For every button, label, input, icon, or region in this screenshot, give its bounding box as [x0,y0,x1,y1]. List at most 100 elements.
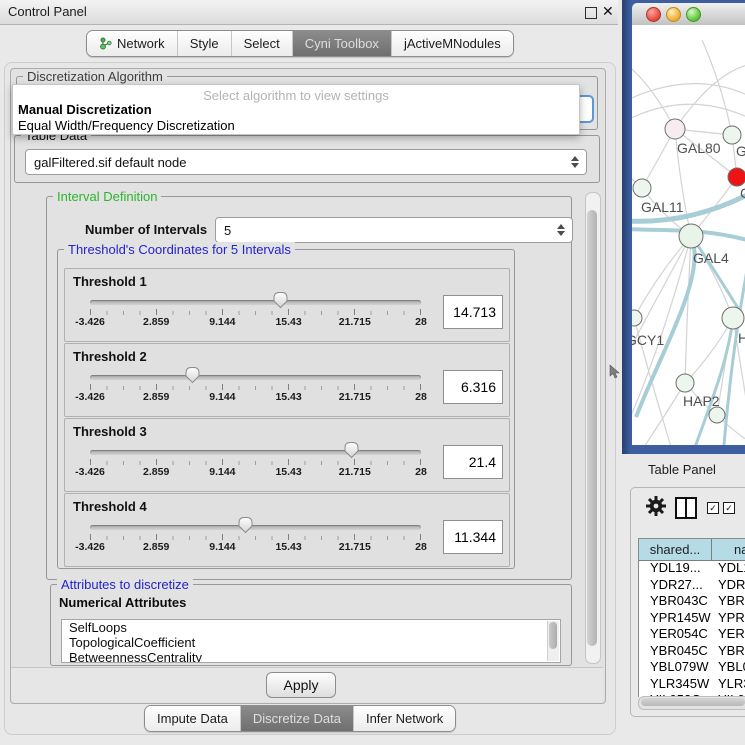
slider-thumb[interactable] [272,291,289,309]
gear-icon[interactable] [645,495,667,517]
slider-thumb[interactable] [184,366,201,384]
bottom-tab-discretize-data[interactable]: Discretize Data [240,706,353,731]
slider-thumb[interactable] [343,441,360,459]
table-row[interactable]: YDL19...YDL1 [639,560,745,577]
control-panel-titlebar: Control Panel ✕ [0,0,618,25]
slider-ticks [90,534,422,540]
network-edge [642,383,685,445]
table-rows: YDL19...YDL1YDR27...YDR2YBR043CYBR0YPR14… [639,560,745,697]
algorithm-option-equal-width[interactable]: Equal Width/Frequency Discretization [18,118,574,133]
attribute-list-scrollbar[interactable] [547,621,559,661]
node-label: HAP2 [683,393,720,409]
tick-label: 2.859 [143,541,169,553]
network-node[interactable] [709,407,725,423]
table-row[interactable]: YBR045CYBR0 [639,643,745,660]
attributes-group-title: Attributes to discretize [57,577,193,592]
minimize-traffic-light-icon[interactable] [666,7,681,22]
algorithm-option-manual[interactable]: Manual Discretization [18,102,574,117]
num-intervals-value: 5 [224,218,231,242]
tick-label: -3.426 [75,541,105,553]
tick-label: -3.426 [75,316,105,328]
cell-shared-name: YDL19... [650,560,701,575]
table-data-combobox[interactable]: galFiltered.sif default node [25,149,587,175]
float-window-icon[interactable] [585,7,597,19]
interval-definition-title: Interval Definition [53,189,161,204]
node-label: GCY1 [632,332,664,348]
cell-name: YBR0 [718,643,745,658]
node-label: C [740,185,745,201]
tick-label: 9.144 [209,391,235,403]
table-row[interactable]: YLR345WYLR3 [639,676,745,693]
network-node-gal4[interactable] [679,224,703,248]
table-row[interactable]: YER054CYER0 [639,626,745,643]
combo-stepper-icon [571,156,579,168]
panel-footer: Apply [11,667,603,702]
zoom-traffic-light-icon[interactable] [686,7,701,22]
network-node-hap2[interactable] [676,374,694,392]
network-edge [685,236,691,383]
tab-cyni-toolbox[interactable]: Cyni Toolbox [292,31,391,56]
threshold-panel: Threshold 4 -3.4262.8599.14415.4321.7152… [64,493,510,567]
attribute-list-item[interactable]: BetweennessCentrality [62,650,560,663]
network-canvas[interactable]: GAL80GACGAL11GAL4GCY1HHAP2 [632,25,745,445]
slider-thumb[interactable] [237,516,254,534]
network-edge [632,84,745,100]
bottom-tab-impute-data[interactable]: Impute Data [145,706,240,731]
column-layout-icon[interactable] [675,497,697,519]
num-intervals-combobox[interactable]: 5 [215,217,573,243]
threshold-value-field[interactable]: 6.316 [443,370,503,404]
tab-label: Select [244,36,280,51]
apply-button[interactable]: Apply [266,672,336,698]
threshold-slider-track[interactable] [90,525,421,530]
threshold-slider-track[interactable] [90,300,421,305]
tick-label: 9.144 [209,541,235,553]
network-node-gal11[interactable] [633,179,651,197]
tab-style[interactable]: Style [177,31,231,56]
tab-jactivemnodules[interactable]: jActiveMNodules [391,31,513,56]
attribute-list-item[interactable]: SelfLoops [62,620,560,635]
app-window: Control Panel ✕ NetworkStyle Select Cyni T… [0,0,745,745]
table-panel: ✓ ✓ shared... na YDL19...YDL1YDR27...YDR… [630,487,745,717]
threshold-slider-track[interactable] [90,450,421,455]
threshold-value-field[interactable]: 21.4 [443,445,503,479]
tick-label: 2.859 [143,391,169,403]
table-horizontal-scrollbar[interactable] [638,696,745,710]
attribute-list-item[interactable]: TopologicalCoefficient [62,635,560,650]
threshold-label: Threshold 4 [73,499,147,514]
column-header-name[interactable]: na [734,539,745,560]
network-node-c[interactable] [728,168,745,186]
cell-shared-name: YDR27... [650,577,703,592]
bottom-tab: Impute DataDiscretize DataInfer Network [144,705,456,732]
threshold-value-field[interactable]: 11.344 [443,520,503,554]
cell-name: YER0 [718,626,745,641]
table-row[interactable]: YBR043CYBR0 [639,593,745,610]
close-traffic-light-icon[interactable] [646,7,661,22]
bottom-tab-infer-network[interactable]: Infer Network [353,706,455,731]
network-node-gal80[interactable] [665,119,685,139]
scrollbar-thumb[interactable] [587,210,597,646]
cell-name: YBR0 [718,593,745,608]
table-data-value: galFiltered.sif default node [34,150,186,174]
network-node-gcy1[interactable] [632,310,642,326]
network-node-h[interactable] [722,307,744,329]
network-node-ga[interactable] [723,126,741,144]
checkbox-icon[interactable]: ✓ [723,502,735,514]
close-icon[interactable]: ✕ [602,3,614,20]
settings-vertical-scrollbar[interactable] [585,192,601,664]
scrollbar-thumb[interactable] [641,698,745,706]
bottom-tabbar: Impute DataDiscretize DataInfer Network [144,705,456,732]
numerical-attributes-list[interactable]: SelfLoopsTopologicalCoefficientBetweenne… [61,619,561,663]
threshold-value-field[interactable]: 14.713 [443,295,503,329]
column-header-shared[interactable]: shared... [639,539,712,560]
table-row[interactable]: YPR145WYPR1 [639,610,745,627]
network-window-titlebar[interactable] [632,3,745,26]
tick-label: 2.859 [143,466,169,478]
tab-network[interactable]: Network [87,31,177,56]
threshold-slider-track[interactable] [90,375,421,380]
interval-definition-group: Interval Definition Number of Intervals … [46,196,572,580]
table-row[interactable]: YBL079WYBL0 [639,659,745,676]
table-row[interactable]: YDR27...YDR2 [639,577,745,594]
tick-label: 21.715 [339,316,371,328]
checkbox-icon[interactable]: ✓ [707,502,719,514]
tab-select[interactable]: Select [231,31,292,56]
